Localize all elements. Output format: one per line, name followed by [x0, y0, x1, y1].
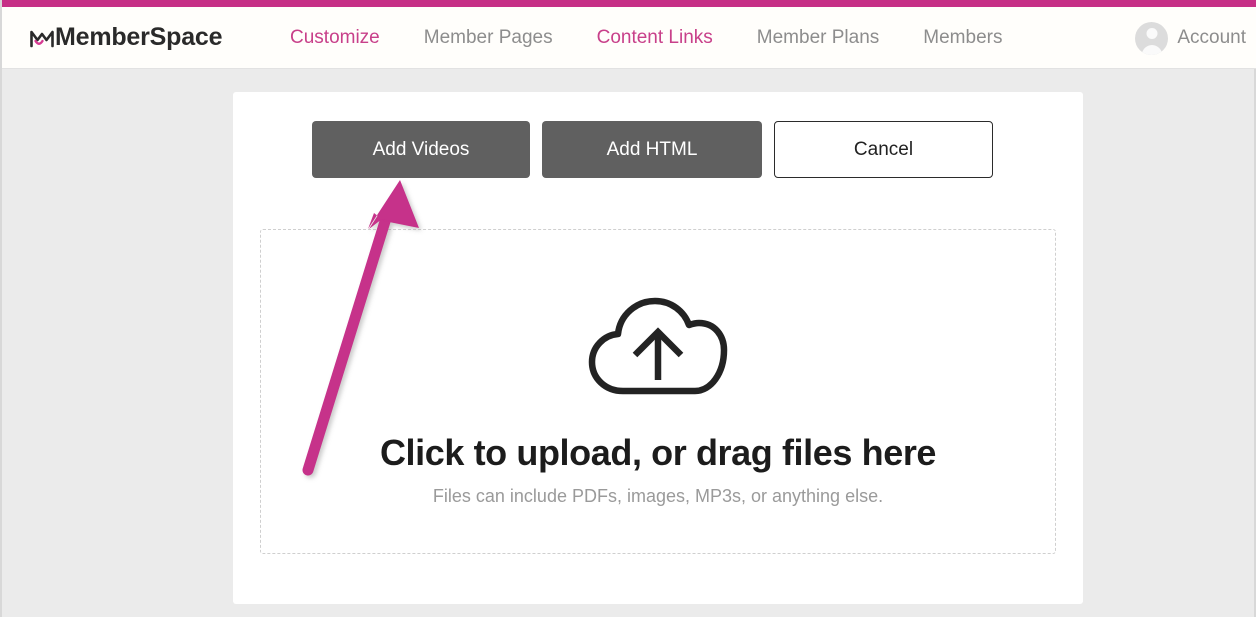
user-avatar-icon: [1135, 21, 1169, 55]
memberspace-logo[interactable]: MemberSpace: [29, 23, 223, 52]
account-label: Account: [1177, 27, 1246, 48]
nav-item-content-links[interactable]: Content Links: [597, 27, 713, 49]
nav-item-members[interactable]: Members: [923, 27, 1002, 49]
account-menu[interactable]: Account: [1135, 7, 1246, 69]
add-videos-button[interactable]: Add Videos: [312, 121, 530, 178]
action-button-row: Add Videos Add HTML Cancel: [312, 121, 993, 178]
cancel-button[interactable]: Cancel: [774, 121, 993, 178]
nav-item-customize[interactable]: Customize: [290, 27, 380, 49]
app-header: MemberSpace Customize Member Pages Conte…: [2, 7, 1256, 69]
nav-item-member-pages[interactable]: Member Pages: [424, 27, 553, 49]
nav-item-member-plans[interactable]: Member Plans: [757, 27, 880, 49]
content-card: Add Videos Add HTML Cancel Click to uplo…: [233, 92, 1083, 604]
main-navigation: Customize Member Pages Content Links Mem…: [290, 7, 1002, 69]
memberspace-m-smile-logo-icon: [29, 24, 55, 52]
cloud-upload-icon: [587, 295, 729, 402]
top-accent-bar: [2, 0, 1256, 7]
logo-text: MemberSpace: [55, 23, 223, 51]
file-upload-dropzone[interactable]: Click to upload, or drag files here File…: [260, 229, 1056, 554]
dropzone-title: Click to upload, or drag files here: [379, 431, 937, 473]
add-html-button[interactable]: Add HTML: [542, 121, 762, 178]
dropzone-subtitle: Files can include PDFs, images, MP3s, or…: [432, 485, 884, 506]
